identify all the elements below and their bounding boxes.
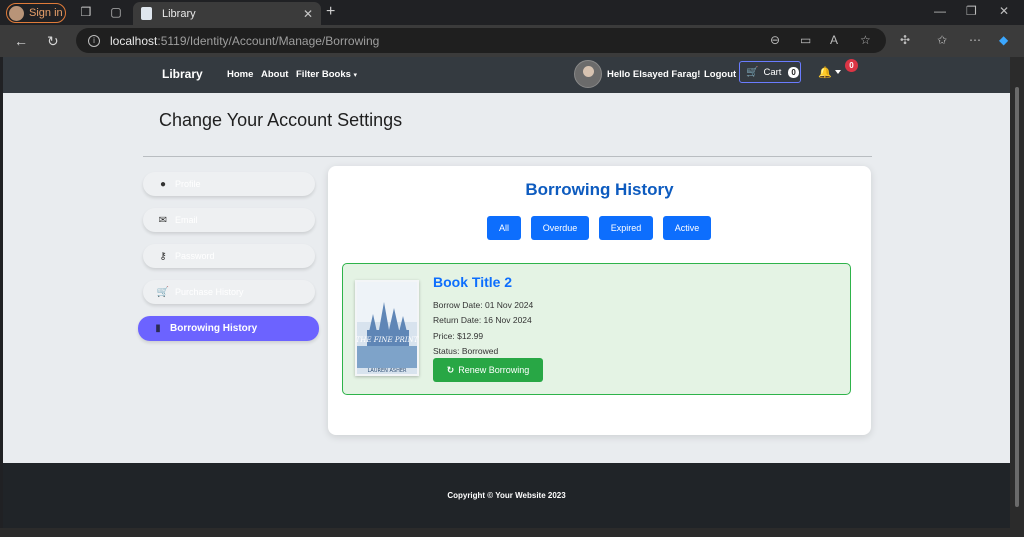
borrow-date: Borrow Date: 01 Nov 2024 bbox=[433, 300, 534, 310]
main-content: Change Your Account Settings ● Profile ✉… bbox=[3, 93, 1010, 463]
sidebar-item-label: Password bbox=[175, 251, 215, 261]
new-tab-icon[interactable]: + bbox=[326, 3, 335, 21]
brand-logo[interactable]: Library bbox=[162, 67, 203, 81]
url-field[interactable]: i localhost:5119/Identity/Account/Manage… bbox=[76, 28, 886, 53]
filter-expired-button[interactable]: Expired bbox=[599, 216, 653, 240]
close-window-icon[interactable]: ✕ bbox=[999, 4, 1009, 18]
page-title: Change Your Account Settings bbox=[159, 110, 403, 130]
site-info-icon[interactable]: i bbox=[88, 34, 100, 47]
copilot-icon[interactable]: ◆ bbox=[999, 33, 1008, 47]
nav-home-link[interactable]: Home bbox=[227, 69, 253, 80]
site-footer: Copyright © Your Website 2023 bbox=[3, 463, 1010, 528]
more-options-icon[interactable]: ⋯ bbox=[969, 33, 981, 47]
return-date: Return Date: 16 Nov 2024 bbox=[433, 315, 532, 325]
cart-button[interactable]: 🛒 Cart 0 bbox=[739, 61, 801, 83]
refresh-icon[interactable]: ↻ bbox=[47, 33, 59, 50]
shopping-cart-icon: 🛒 bbox=[156, 286, 170, 298]
renew-label: Renew Borrowing bbox=[458, 365, 530, 375]
footer-copyright: Copyright © Your Website 2023 bbox=[447, 491, 566, 500]
site-navbar: Library Home About Filter Books ▾ Hello … bbox=[3, 57, 1010, 93]
browser-address-bar: ← ↻ i localhost:5119/Identity/Account/Ma… bbox=[0, 25, 1024, 57]
sidebar-item-profile[interactable]: ● Profile bbox=[143, 172, 315, 196]
cover-title-text: THE FINE PRINT bbox=[356, 336, 419, 344]
sidebar-item-borrowing-history[interactable]: ▮ Borrowing History bbox=[138, 316, 319, 341]
filter-active-button[interactable]: Active bbox=[663, 216, 711, 240]
read-aloud-icon[interactable]: A bbox=[830, 33, 838, 47]
key-icon: ⚷ bbox=[159, 250, 167, 262]
borrowing-history-panel: Borrowing History All Overdue Expired Ac… bbox=[328, 166, 871, 435]
filter-overdue-button[interactable]: Overdue bbox=[531, 216, 589, 240]
filter-books-label: Filter Books bbox=[296, 69, 351, 80]
cover-author-text: LAUREN ASHER bbox=[368, 368, 407, 374]
user-circle-icon: ● bbox=[159, 178, 167, 190]
logout-link[interactable]: Logout bbox=[704, 69, 736, 80]
extensions-icon[interactable]: ✣ bbox=[900, 33, 910, 47]
page-favicon-icon bbox=[141, 7, 152, 20]
book-price: Price: $12.99 bbox=[433, 331, 484, 341]
sidebar-item-label: Email bbox=[175, 215, 198, 225]
tab-title: Library bbox=[162, 7, 196, 20]
tab-actions-icon[interactable]: ▢ bbox=[109, 5, 123, 19]
profile-avatar-icon bbox=[9, 5, 24, 21]
workspaces-icon[interactable]: ❒ bbox=[79, 5, 93, 19]
book-cover-image: THE FINE PRINT LAUREN ASHER bbox=[355, 280, 419, 376]
filter-all-button[interactable]: All bbox=[487, 216, 521, 240]
borrowed-book-card: THE FINE PRINT LAUREN ASHER Book Title 2… bbox=[342, 263, 851, 395]
divider bbox=[143, 156, 872, 157]
bell-icon[interactable]: 🔔 bbox=[818, 66, 832, 79]
caret-down-icon: ▾ bbox=[353, 72, 358, 79]
cart-count-badge: 0 bbox=[788, 66, 799, 78]
bell-caret-icon[interactable] bbox=[835, 70, 841, 74]
favorite-star-icon[interactable]: ☆ bbox=[860, 33, 871, 47]
zoom-icon[interactable]: ⊖ bbox=[770, 33, 780, 47]
user-avatar[interactable] bbox=[574, 60, 602, 88]
nav-about-link[interactable]: About bbox=[261, 69, 288, 80]
page-scrollbar[interactable] bbox=[1010, 57, 1024, 528]
sidebar-item-purchase-history[interactable]: 🛒 Purchase History bbox=[143, 280, 315, 304]
sign-in-label: Sign in bbox=[29, 7, 63, 19]
envelope-icon: ✉ bbox=[158, 214, 168, 226]
browser-bottom-edge bbox=[0, 528, 1024, 537]
cart-icon: 🛒 bbox=[746, 66, 759, 78]
restore-window-icon[interactable]: ❐ bbox=[966, 4, 977, 18]
nav-filter-books-dropdown[interactable]: Filter Books ▾ bbox=[296, 69, 357, 80]
back-arrow-icon[interactable]: ← bbox=[14, 33, 28, 49]
favorites-icon[interactable]: ✩ bbox=[937, 33, 947, 47]
url-path: :5119/Identity/Account/Manage/Borrowing bbox=[157, 33, 380, 48]
panel-title: Borrowing History bbox=[525, 180, 674, 199]
user-greeting: Hello Elsayed Farag! bbox=[607, 69, 701, 80]
sidebar-item-password[interactable]: ⚷ Password bbox=[143, 244, 315, 268]
browser-tab-bar: Sign in ❒ ▢ Library ✕ + — ❐ ✕ bbox=[0, 0, 1024, 25]
cart-label: Cart bbox=[763, 66, 782, 78]
redo-icon: ↻ bbox=[446, 364, 455, 375]
minimize-window-icon[interactable]: — bbox=[934, 4, 946, 18]
reader-mode-icon[interactable]: ▭ bbox=[800, 33, 811, 47]
sidebar-item-label: Purchase History bbox=[175, 287, 244, 297]
book-status: Status: Borrowed bbox=[433, 346, 499, 356]
url-host: localhost bbox=[110, 33, 158, 48]
sidebar-item-label: Profile bbox=[175, 179, 201, 189]
browser-tab-library[interactable]: Library ✕ bbox=[133, 2, 321, 25]
book-title[interactable]: Book Title 2 bbox=[433, 274, 512, 290]
notification-count-badge: 0 bbox=[845, 59, 858, 72]
browser-sign-in-button[interactable]: Sign in bbox=[6, 3, 66, 23]
sidebar-item-email[interactable]: ✉ Email bbox=[143, 208, 315, 232]
close-tab-icon[interactable]: ✕ bbox=[303, 7, 313, 21]
sidebar-item-label: Borrowing History bbox=[170, 323, 258, 334]
book-icon: ▮ bbox=[155, 323, 161, 334]
renew-borrowing-button[interactable]: ↻ Renew Borrowing bbox=[433, 358, 543, 382]
